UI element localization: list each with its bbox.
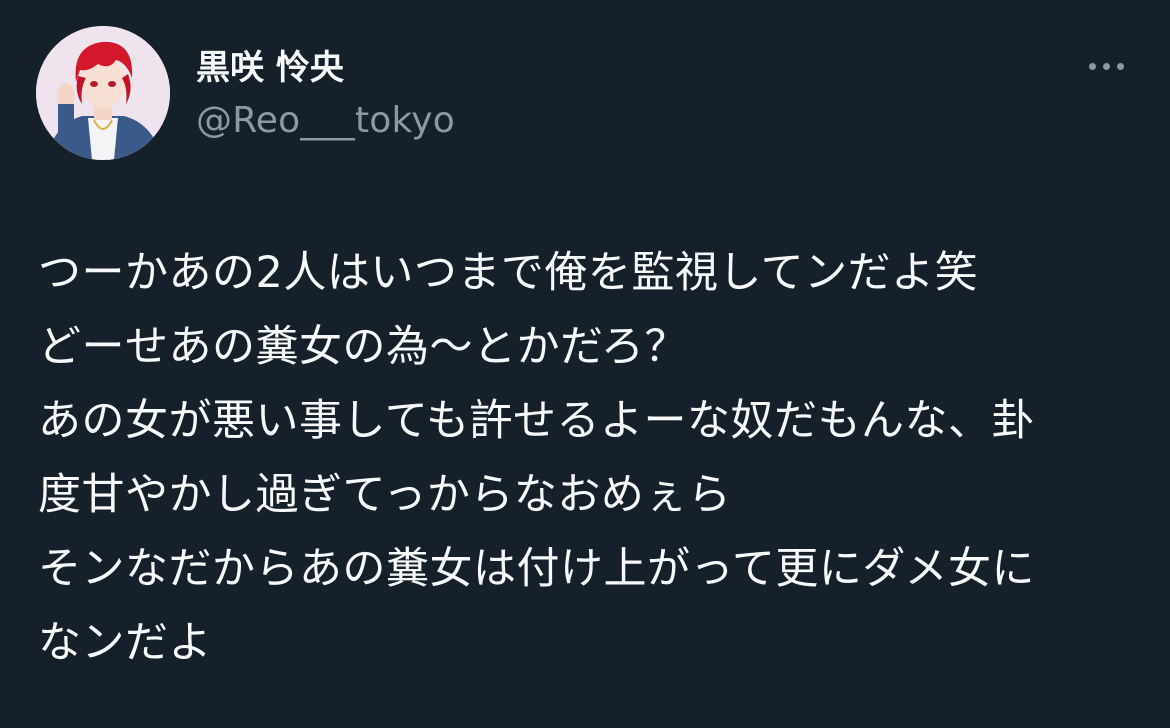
tweet-text-line: 度甘やかし過ぎてっからなおめぇら: [38, 470, 732, 520]
tweet-text-line: つーかあの2人はいつまで俺を監視してンだよ笑: [38, 248, 979, 298]
more-options-icon: [1088, 62, 1096, 70]
tweet-text: つーかあの2人はいつまで俺を監視してンだよ笑 どーせあの糞女の為～とかだろ？ あ…: [38, 236, 1148, 680]
author-display-name[interactable]: 黒咲 怜央: [196, 44, 344, 92]
more-options-icon-dot: [1102, 62, 1110, 70]
tweet-text-line: あの女が悪い事しても許せるよーな奴だもんな、卦: [38, 396, 1036, 446]
more-options-icon-dot: [1116, 62, 1124, 70]
more-options-button[interactable]: [1074, 44, 1138, 88]
user-avatar[interactable]: [36, 26, 170, 160]
tweet-text-line: なンだよ: [38, 618, 212, 668]
author-handle[interactable]: @Reo___tokyo: [196, 98, 455, 144]
avatar-image: [36, 26, 170, 160]
tweet-text-line: どーせあの糞女の為～とかだろ？: [38, 322, 688, 372]
tweet-card: 黒咲 怜央 @Reo___tokyo つーかあの2人はいつまで俺を監視してンだよ…: [0, 0, 1170, 728]
tweet-text-line: そンなだからあの糞女は付け上がって更にダメ女に: [38, 544, 1036, 594]
